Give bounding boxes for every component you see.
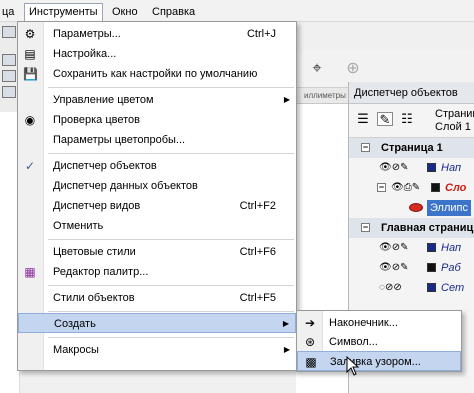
menu-item-customize[interactable]: ▤ Настройка... — [18, 44, 296, 64]
menu-item-view-manager[interactable]: Диспетчер видов Ctrl+F2 — [18, 196, 296, 216]
tree-page-1[interactable]: − Страница 1 — [349, 138, 474, 158]
menu-item-options[interactable]: ⚙ Параметры... Ctrl+J — [18, 24, 296, 44]
menu-item-save-defaults[interactable]: 💾 Сохранить как настройки по умолчанию — [18, 64, 296, 84]
menu-tools[interactable]: Инструменты — [24, 3, 103, 21]
collapse-icon[interactable]: − — [361, 223, 370, 232]
save-defaults-icon: 💾 — [23, 67, 38, 81]
menu-separator — [48, 337, 294, 338]
menu-item-proof-settings[interactable]: Параметры цветопробы... — [18, 130, 296, 150]
mouse-cursor-icon — [346, 356, 360, 376]
layer-label: Раб — [441, 262, 461, 274]
tool-icon[interactable] — [2, 86, 16, 98]
page-label: Страница 1 — [381, 142, 443, 154]
checkmark-icon: ✓ — [24, 159, 36, 173]
submenu-item-pattern-fill[interactable]: ▩ Заливка узором... — [297, 351, 461, 371]
layer-label: Нап — [441, 242, 461, 254]
object-label[interactable]: Эллипс — [427, 200, 471, 216]
docker-title: Диспетчер объектов — [349, 82, 474, 104]
menu-item-macros[interactable]: Макросы ▶ — [18, 340, 296, 360]
tool-icon[interactable] — [2, 54, 16, 66]
submenu-item-symbol[interactable]: ⊛ Символ... — [297, 332, 461, 352]
layer-color-swatch — [427, 263, 436, 272]
menu-window[interactable]: Окно — [108, 3, 142, 21]
tree-master-layer-guides[interactable]: 👁⊘✎ Нап — [349, 238, 474, 258]
collapse-icon[interactable]: − — [377, 183, 386, 192]
menubar: ца Инструменты Окно Справка — [0, 0, 474, 22]
layer-color-swatch — [427, 283, 436, 292]
submenu-arrow-icon: ▶ — [282, 319, 289, 328]
add-icon[interactable]: ⊕ — [342, 58, 364, 80]
menu-item-proof-colors[interactable]: ◉ Проверка цветов — [18, 110, 296, 130]
tree-master-layer-desktop[interactable]: 👁⊘✎ Раб — [349, 258, 474, 278]
layer-color-swatch — [427, 163, 436, 172]
menu-separator — [48, 239, 294, 240]
ruler-unit-label: иллиметры — [304, 91, 346, 100]
submenu-item-arrowhead[interactable]: ➔ Наконечник... — [297, 313, 461, 333]
menu-separator — [48, 285, 294, 286]
ellipse-icon — [409, 203, 423, 212]
layer-color-swatch — [427, 243, 436, 252]
menu-separator — [48, 87, 294, 88]
submenu-arrow-icon: ▶ — [283, 95, 290, 104]
layer-color-swatch — [431, 183, 440, 192]
tree-layer-1[interactable]: − 👁⎙✎ Сло — [349, 178, 474, 198]
tools-dropdown-menu: ⚙ Параметры... Ctrl+J ▤ Настройка... 💾 С… — [17, 21, 297, 371]
menu-item-undo[interactable]: Отменить — [18, 216, 296, 236]
menu-item-object-styles[interactable]: Стили объектов Ctrl+F5 — [18, 288, 296, 308]
menu-item-create[interactable]: Создать ▶ — [18, 313, 296, 333]
pattern-fill-icon: ▩ — [305, 355, 317, 369]
collapse-icon[interactable]: − — [361, 143, 370, 152]
menu-item-object-manager[interactable]: ✓ Диспетчер объектов — [18, 156, 296, 176]
horizontal-ruler: иллиметры — [296, 88, 348, 104]
menu-item-color-management[interactable]: Управление цветом ▶ — [18, 90, 296, 110]
symbol-icon: ⊛ — [304, 335, 316, 349]
layer-label: Нап — [441, 162, 461, 174]
docker-toolbar: ☰ ✎ ☷ Страниц Слой 1 — [349, 104, 474, 138]
tree-object-ellipse[interactable]: Эллипс — [349, 198, 474, 218]
current-page-label: Страниц — [435, 108, 474, 120]
proof-colors-icon: ◉ — [24, 113, 36, 127]
customize-icon: ▤ — [24, 47, 36, 61]
menu-item-palette-editor[interactable]: ▦ Редактор палитр... — [18, 262, 296, 282]
show-properties-icon[interactable]: ☰ — [355, 112, 371, 126]
page-label: Главная страниц — [381, 222, 474, 234]
palette-editor-icon: ▦ — [24, 265, 36, 279]
layer-label: Сло — [445, 182, 467, 194]
menu-item-color-styles[interactable]: Цветовые стили Ctrl+F6 — [18, 242, 296, 262]
menu-file-partial[interactable]: ца — [0, 3, 18, 21]
new-document-icon[interactable] — [2, 26, 16, 38]
menu-separator — [48, 153, 294, 154]
current-layer-label: Слой 1 — [435, 121, 471, 133]
visibility-print-lock-icons[interactable]: ◌⊘⊘ — [379, 282, 402, 294]
tree-master-page[interactable]: − Главная страниц — [349, 218, 474, 238]
menu-help[interactable]: Справка — [148, 3, 199, 21]
arrowhead-icon: ➔ — [304, 316, 316, 330]
layer-label: Сет — [441, 282, 465, 294]
create-submenu: ➔ Наконечник... ⊛ Символ... ▩ Заливка уз… — [296, 310, 462, 372]
options-icon: ⚙ — [24, 27, 36, 41]
target-icon[interactable]: ⌖ — [306, 58, 328, 80]
tree-master-layer-grid[interactable]: ◌⊘⊘ Сет — [349, 278, 474, 298]
visibility-print-lock-icons[interactable]: 👁⎙✎ — [391, 182, 420, 194]
visibility-print-lock-icons[interactable]: 👁⊘✎ — [379, 162, 408, 174]
tool-icon[interactable] — [2, 70, 16, 82]
layer-manager-view-icon[interactable]: ☷ — [399, 112, 415, 126]
edit-across-layers-icon[interactable]: ✎ — [377, 112, 393, 127]
visibility-print-lock-icons[interactable]: 👁⊘✎ — [379, 242, 408, 254]
submenu-arrow-icon: ▶ — [283, 345, 290, 354]
visibility-print-lock-icons[interactable]: 👁⊘✎ — [379, 262, 408, 274]
tree-layer-guides[interactable]: 👁⊘✎ Нап — [349, 158, 474, 178]
menu-separator — [48, 311, 294, 312]
menu-item-object-data-manager[interactable]: Диспетчер данных объектов — [18, 176, 296, 196]
